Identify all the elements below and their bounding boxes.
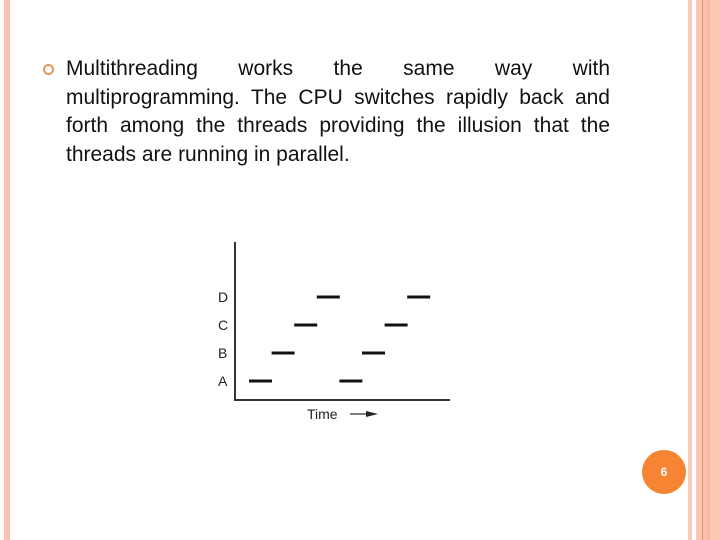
bullet-text: Multithreading works the same way with m… (66, 57, 610, 166)
execution-segment-b (362, 351, 385, 355)
thread-label-d: D (218, 289, 228, 305)
x-axis-label: Time (307, 406, 338, 422)
execution-segment-d (316, 295, 340, 299)
right-decorative-stripe (688, 0, 692, 540)
thread-label-a: A (218, 373, 228, 389)
execution-segment-a (339, 379, 363, 383)
execution-segment-d (407, 295, 431, 299)
execution-segment-b (271, 351, 295, 355)
bullet-circle-icon (43, 64, 54, 75)
slide-number-badge: 6 (642, 450, 686, 494)
execution-segment-c (384, 323, 408, 327)
right-decorative-stripe (710, 0, 720, 540)
thread-label-b: B (218, 345, 227, 361)
left-decorative-stripe (4, 0, 10, 540)
time-arrow-icon (350, 411, 378, 417)
execution-segment-c (294, 323, 318, 327)
thread-scheduling-diagram: ABCD Time (218, 242, 450, 422)
thread-label-c: C (218, 317, 228, 333)
execution-segment-a (249, 379, 272, 383)
